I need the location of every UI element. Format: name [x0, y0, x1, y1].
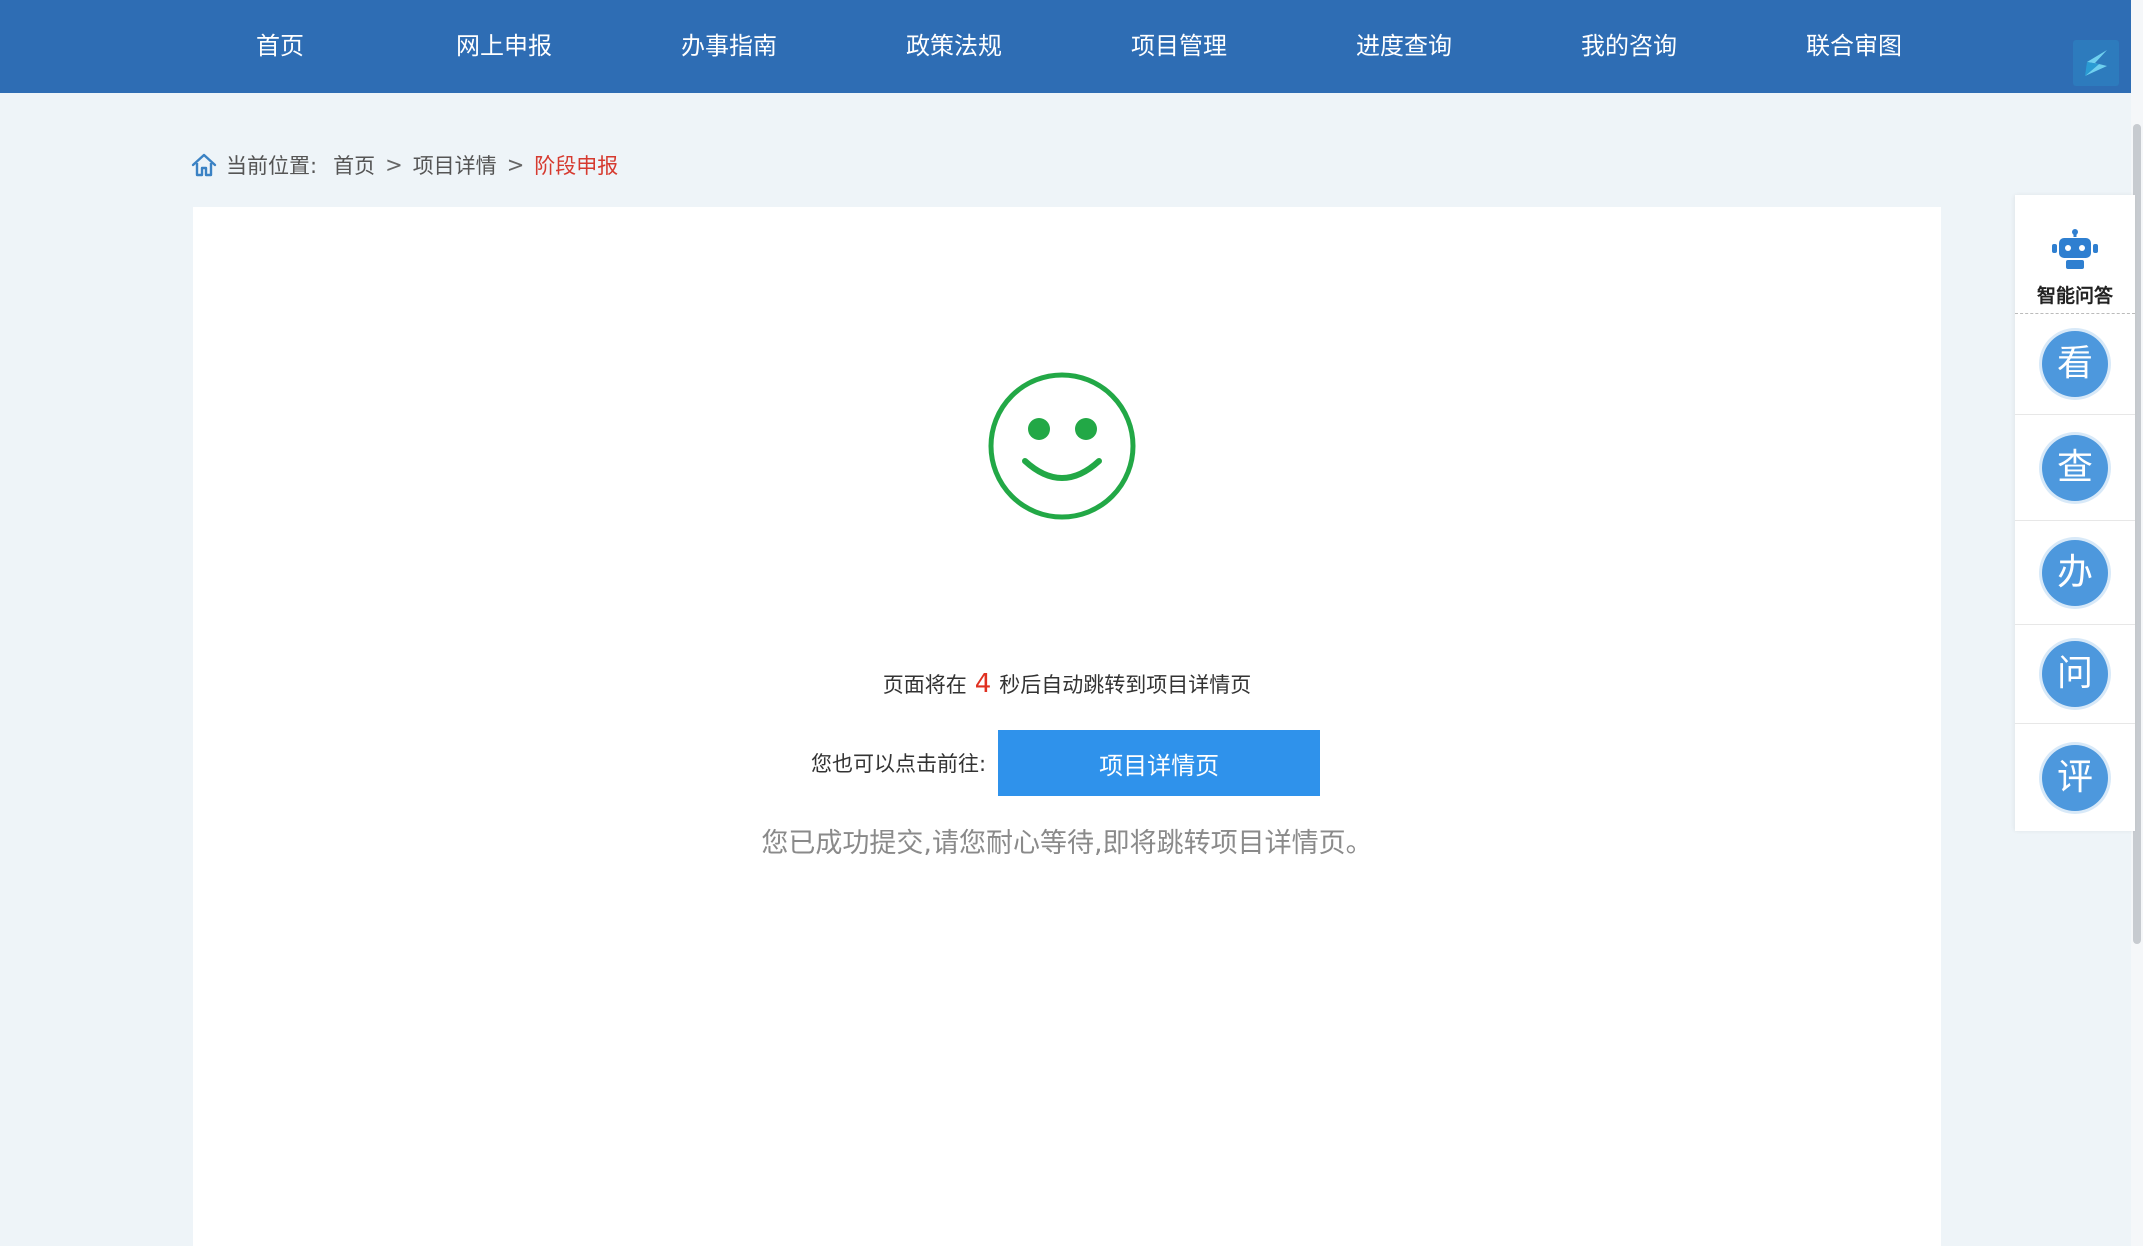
nav-progress-query[interactable]: 进度查询	[1356, 0, 1452, 93]
goto-row: 您也可以点击前往: 项目详情页	[811, 730, 1321, 796]
breadcrumb-project-detail[interactable]: 项目详情	[413, 150, 497, 180]
side-item-query[interactable]: 查	[2015, 415, 2135, 521]
side-item-evaluate[interactable]: 评	[2015, 724, 2135, 831]
ask-icon: 问	[2042, 641, 2108, 707]
side-item-handle[interactable]: 办	[2015, 521, 2135, 625]
breadcrumb-separator: >	[506, 153, 525, 177]
nav-home[interactable]: 首页	[256, 0, 304, 93]
home-icon	[191, 153, 217, 177]
handle-icon: 办	[2042, 539, 2108, 606]
top-nav: 首页 网上申报 办事指南 政策法规 项目管理 进度查询 我的咨询 联合审图	[0, 0, 2131, 93]
breadcrumb-separator: >	[385, 153, 403, 177]
logo-icon[interactable]	[2073, 40, 2119, 86]
breadcrumb-current: 阶段申报	[534, 154, 619, 178]
goto-label: 您也可以点击前往:	[811, 752, 987, 776]
side-item-view[interactable]: 看	[2015, 314, 2135, 415]
view-icon: 看	[2042, 331, 2108, 397]
project-detail-button[interactable]: 项目详情页	[998, 730, 1321, 796]
breadcrumb-home[interactable]: 首页	[333, 150, 375, 180]
query-icon: 查	[2042, 434, 2108, 501]
breadcrumb-label: 当前位置:	[226, 154, 318, 178]
evaluate-icon: 评	[2042, 744, 2108, 811]
nav-online-declaration[interactable]: 网上申报	[456, 0, 552, 93]
countdown-seconds: 4	[974, 669, 992, 699]
result-card: 页面将在 4 秒后自动跳转到项目详情页 您也可以点击前往: 项目详情页 您已成功提交…	[193, 207, 1941, 1246]
nav-policies[interactable]: 政策法规	[906, 0, 1002, 93]
nav-joint-review[interactable]: 联合审图	[1806, 0, 1902, 93]
countdown-text: 页面将在 4 秒后自动跳转到项目详情页	[193, 669, 1941, 699]
smiley-icon	[988, 372, 1136, 520]
nav-service-guide[interactable]: 办事指南	[681, 0, 777, 93]
smart-qa-button[interactable]: 智能问答	[2015, 195, 2135, 314]
nav-project-management[interactable]: 项目管理	[1131, 0, 1227, 93]
countdown-prefix: 页面将在	[882, 673, 967, 697]
countdown-suffix: 秒后自动跳转到项目详情页	[999, 673, 1252, 697]
side-panel: 智能问答 看 查 办 问 评	[2015, 195, 2135, 831]
smart-qa-label: 智能问答	[2036, 285, 2113, 307]
nav-my-consultation[interactable]: 我的咨询	[1581, 0, 1677, 93]
robot-icon	[2052, 229, 2098, 269]
success-message: 您已成功提交,请您耐心等待,即将跳转项目详情页。	[761, 828, 1373, 859]
side-item-ask[interactable]: 问	[2015, 625, 2135, 724]
breadcrumb: 当前位置: 首页 > 项目详情 > 阶段申报	[190, 148, 618, 182]
